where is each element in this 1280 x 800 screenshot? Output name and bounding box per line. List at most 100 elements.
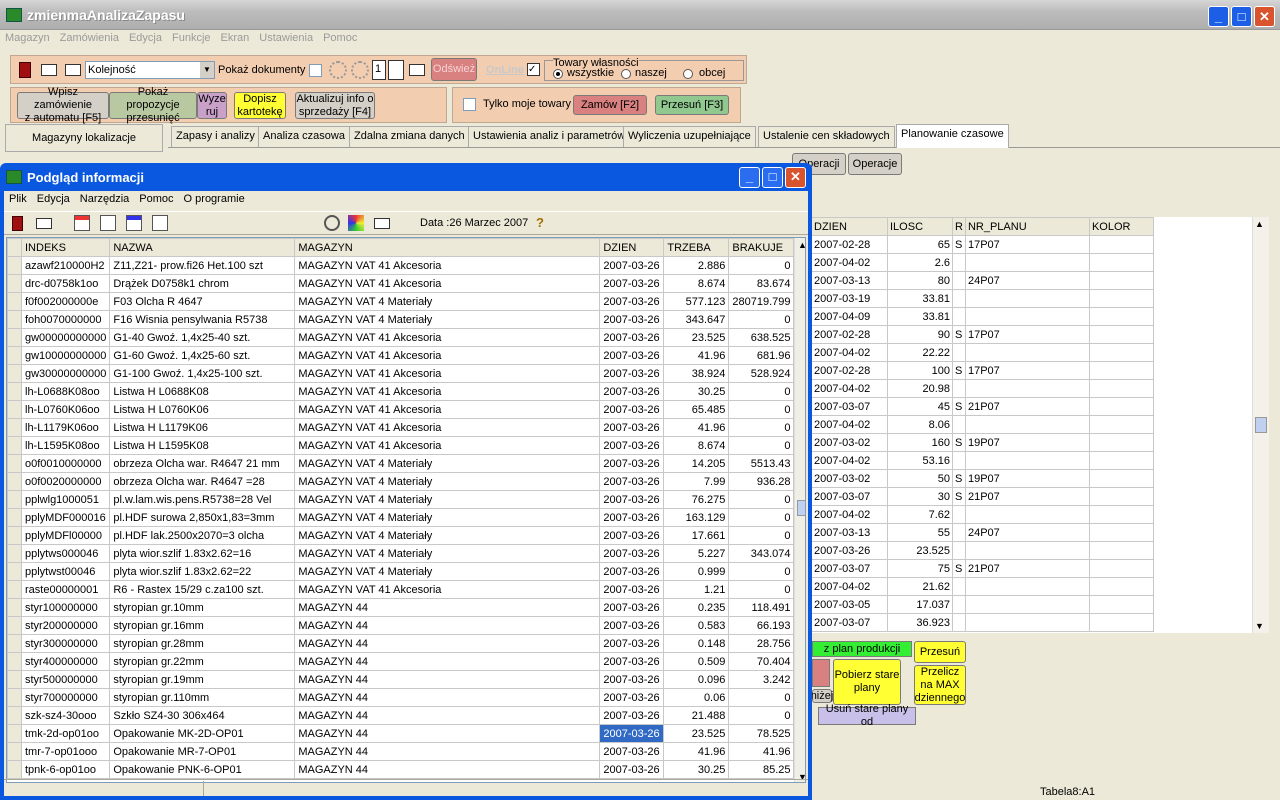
col-dzien[interactable]: DZIEN — [811, 217, 888, 236]
row-indicator[interactable] — [7, 544, 22, 563]
plan-cell[interactable]: 160 — [887, 433, 953, 452]
table-cell[interactable]: MAGAZYN VAT 41 Akcesoria — [294, 418, 601, 437]
plan-row[interactable]: 2007-04-02 2.6 — [811, 253, 1154, 272]
plan-cell[interactable]: 2007-04-02 — [811, 379, 888, 398]
minimize-icon[interactable]: _ — [739, 167, 760, 188]
plan-row[interactable]: 2007-04-02 22.22 — [811, 343, 1154, 362]
table-cell[interactable]: pl.w.lam.wis.pens.R5738=28 Vel — [109, 490, 296, 509]
table-cell[interactable]: 21.488 — [663, 706, 730, 725]
table-cell[interactable]: f0f002000000e — [20, 292, 111, 311]
plan-cell[interactable]: 2007-02-28 — [811, 325, 888, 344]
print-icon[interactable] — [41, 64, 57, 76]
find-icon[interactable] — [324, 215, 340, 231]
table-cell[interactable]: 70.404 — [728, 652, 795, 671]
table-cell[interactable]: 0 — [728, 382, 795, 401]
table-row[interactable]: lh-L1179K06oo Listwa H L1179K06 MAGAZYN VA… — [7, 418, 795, 437]
table-cell[interactable]: 28.756 — [728, 634, 795, 653]
table-cell[interactable]: 2007-03-26 — [599, 724, 665, 743]
row-indicator[interactable] — [7, 364, 22, 383]
table-cell[interactable]: styr200000000 — [20, 616, 111, 635]
table-cell[interactable]: 0 — [728, 256, 795, 275]
table-cell[interactable]: 2007-03-26 — [599, 436, 665, 455]
scroll-down-icon[interactable]: ▼ — [1255, 621, 1264, 631]
table-cell[interactable]: 2007-03-26 — [599, 580, 665, 599]
table-cell[interactable]: 2007-03-26 — [599, 742, 665, 761]
plan-cell[interactable]: 2007-03-02 — [811, 469, 888, 488]
col-ilosc[interactable]: ILOSC — [887, 217, 953, 236]
table-cell[interactable]: Opakowanie MK-2D-OP01 — [109, 724, 296, 743]
col-dzien[interactable]: DZIEN — [599, 238, 665, 257]
plan-cell[interactable] — [1088, 595, 1154, 614]
help-icon[interactable]: ? — [536, 215, 544, 230]
plan-row[interactable]: 2007-04-02 8.06 — [811, 415, 1154, 434]
plan-cell[interactable]: 21P07 — [964, 487, 1090, 506]
table-row[interactable]: lh-L0688K08oo Listwa H L0688K08 MAGAZYN VA… — [7, 382, 795, 401]
table-cell[interactable]: 2007-03-26 — [599, 706, 665, 725]
table-cell[interactable]: styr100000000 — [20, 598, 111, 617]
row-indicator[interactable] — [7, 454, 22, 473]
refresh-button[interactable]: Odśwież — [431, 58, 477, 81]
table-row[interactable]: drc-d0758k1oo Drążek D0758k1 chrom MAGAZYN… — [7, 274, 795, 293]
table-cell[interactable]: 0 — [728, 706, 795, 725]
only-my-checkbox[interactable] — [463, 98, 476, 111]
table-cell[interactable]: 0.583 — [663, 616, 730, 635]
table-cell[interactable]: 0 — [728, 490, 795, 509]
online-checkbox[interactable]: ✓ — [527, 63, 540, 76]
row-indicator[interactable] — [7, 598, 22, 617]
plan-cell[interactable]: 2007-03-13 — [811, 523, 888, 542]
plan-cell[interactable]: 36.923 — [887, 613, 953, 632]
table-cell[interactable]: MAGAZYN VAT 4 Materiały — [294, 472, 601, 491]
table-cell[interactable]: styropian gr.28mm — [109, 634, 296, 653]
plan-row[interactable]: 2007-03-02 160 S 19P07 — [811, 433, 1154, 452]
table-cell[interactable]: foh0070000000 — [20, 310, 111, 329]
menu-edycja[interactable]: Edycja — [32, 191, 75, 207]
plan-row[interactable]: 2007-02-28 90 S 17P07 — [811, 325, 1154, 344]
table-cell[interactable]: MAGAZYN VAT 41 Akcesoria — [294, 364, 601, 383]
table-cell[interactable]: drc-d0758k1oo — [20, 274, 111, 293]
plan-cell[interactable] — [964, 451, 1090, 470]
plan-cell[interactable]: 20.98 — [887, 379, 953, 398]
row-indicator[interactable] — [7, 652, 22, 671]
plan-cell[interactable]: 53.16 — [887, 451, 953, 470]
table-cell[interactable]: tmk-2d-op01oo — [20, 724, 111, 743]
table-cell[interactable]: pl.HDF lak.2500x2070=3 olcha — [109, 526, 296, 545]
plan-cell[interactable] — [1088, 235, 1154, 254]
plan-grid[interactable]: DZIEN ILOSC R NR_PLANU KOLOR 2007-02-28 6… — [810, 217, 1255, 633]
table-cell[interactable]: 0 — [728, 418, 795, 437]
table-cell[interactable]: 41.96 — [663, 346, 730, 365]
table-cell[interactable]: 0 — [728, 526, 795, 545]
row-indicator[interactable] — [7, 508, 22, 527]
plan-row[interactable]: 2007-03-02 50 S 19P07 — [811, 469, 1154, 488]
plan-cell[interactable] — [952, 253, 966, 272]
table-cell[interactable]: 78.525 — [728, 724, 795, 743]
table-cell[interactable]: styr700000000 — [20, 688, 111, 707]
table-cell[interactable]: MAGAZYN VAT 41 Akcesoria — [294, 400, 601, 419]
plan-cell[interactable] — [1088, 577, 1154, 596]
table-cell[interactable]: 8.674 — [663, 436, 730, 455]
row-indicator[interactable] — [7, 292, 22, 311]
table-cell[interactable]: R6 - Rastex 15/29 c.za100 szt. — [109, 580, 296, 599]
move-button[interactable]: Przesuń — [914, 641, 966, 663]
scroll-thumb[interactable] — [1255, 417, 1267, 433]
table-cell[interactable]: 23.525 — [663, 724, 730, 743]
production-plan-button[interactable]: z plan produkcji — [812, 641, 912, 657]
plan-cell[interactable] — [964, 289, 1090, 308]
plan-cell[interactable]: 24P07 — [964, 271, 1090, 290]
plan-cell[interactable]: 17P07 — [964, 235, 1090, 254]
menu-narzedzia[interactable]: Narzędzia — [75, 191, 135, 207]
table-cell[interactable]: pplwlg1000051 — [20, 490, 111, 509]
table-cell[interactable]: styr500000000 — [20, 670, 111, 689]
plan-cell[interactable]: 50 — [887, 469, 953, 488]
settings-icon[interactable] — [351, 61, 369, 79]
row-indicator[interactable] — [7, 526, 22, 545]
row-indicator[interactable] — [7, 400, 22, 419]
plan-cell[interactable] — [952, 541, 966, 560]
table-row[interactable]: o0f0010000000 obrzeza Olcha war. R4647 21… — [7, 454, 795, 473]
plan-cell[interactable] — [952, 415, 966, 434]
plan-cell[interactable]: 2007-02-28 — [811, 235, 888, 254]
scroll-up-icon[interactable]: ▲ — [798, 240, 805, 250]
table-cell[interactable]: gw00000000000 — [20, 328, 111, 347]
table-cell[interactable]: MAGAZYN VAT 41 Akcesoria — [294, 346, 601, 365]
table-cell[interactable]: lh-L0688K08oo — [20, 382, 111, 401]
table-cell[interactable]: MAGAZYN 44 — [294, 634, 601, 653]
